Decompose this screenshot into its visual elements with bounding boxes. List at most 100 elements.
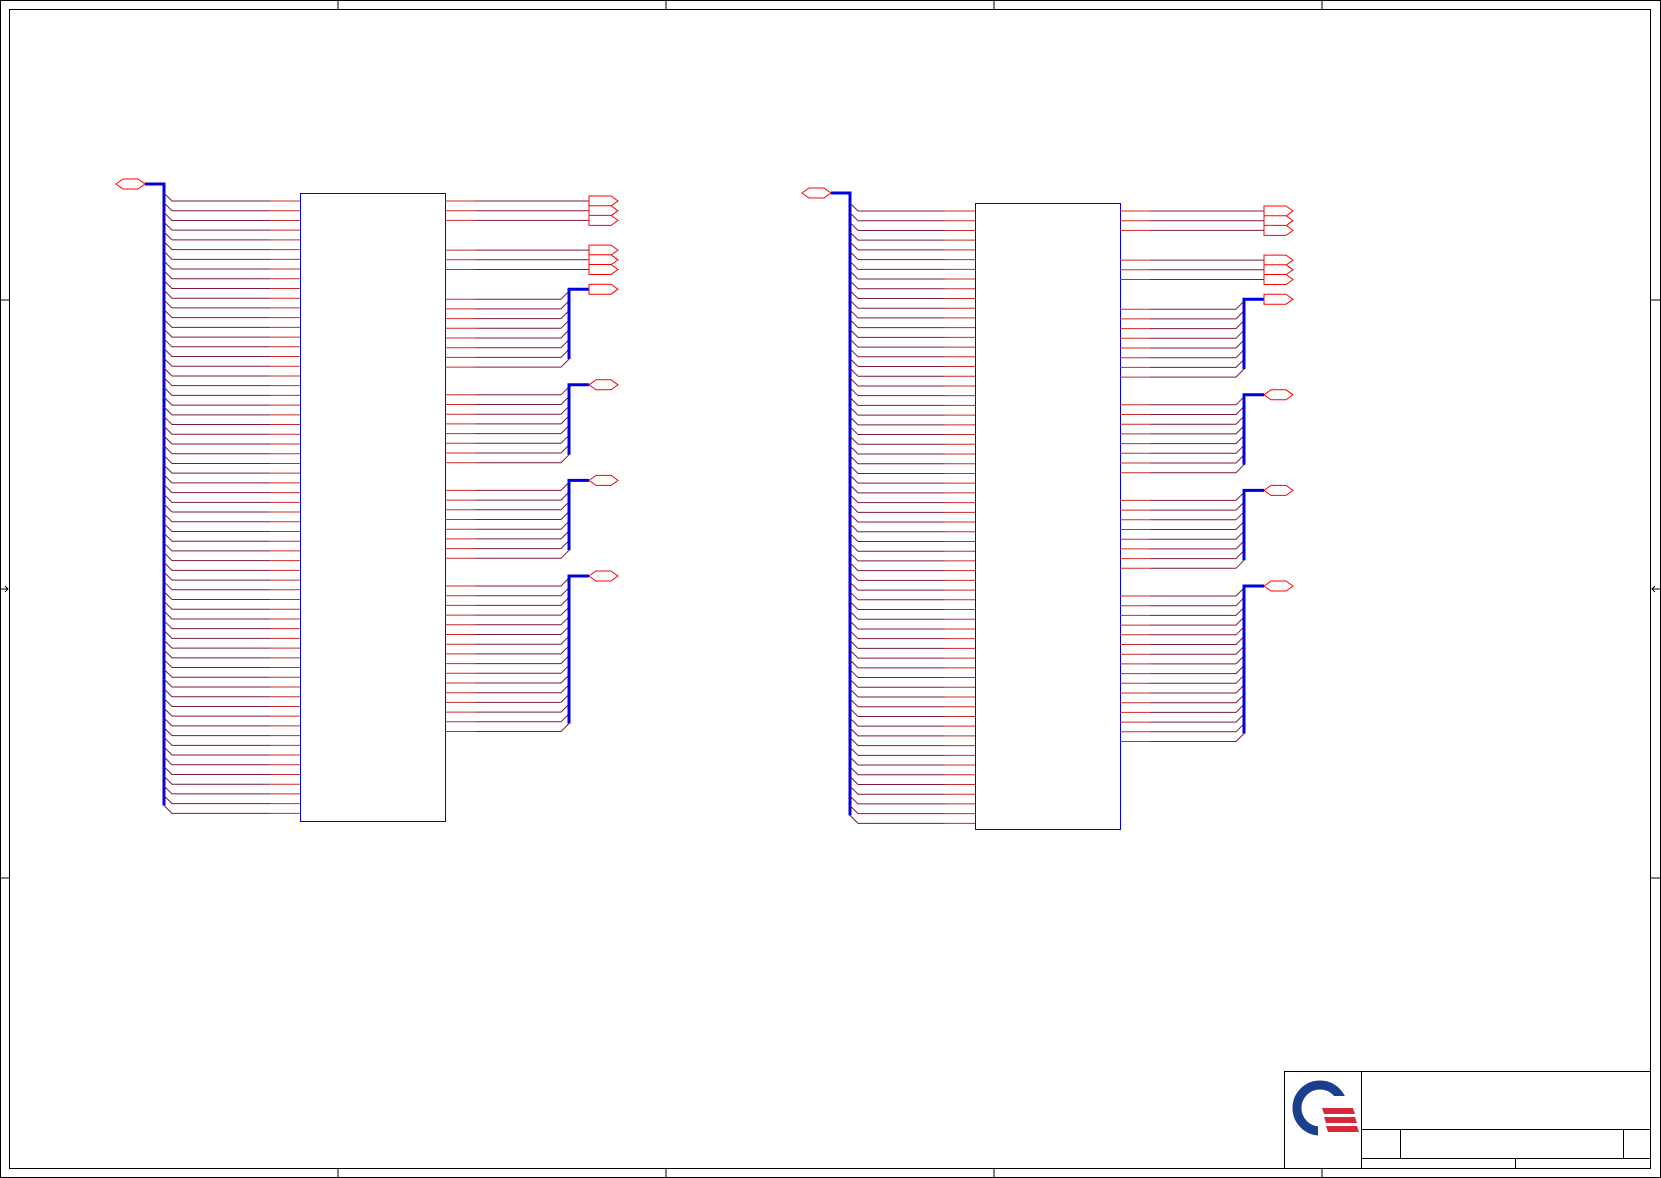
output-port xyxy=(1263,274,1294,285)
bus-entry-wire xyxy=(849,494,945,504)
bus-entry-wire xyxy=(1150,616,1245,626)
bus-entry-wire xyxy=(475,290,570,300)
output-port xyxy=(588,244,619,256)
bus-entry-wire xyxy=(163,688,270,698)
bus-entry-wire xyxy=(1150,310,1245,320)
bus-entry-wire xyxy=(849,474,945,484)
bus-entry-wire xyxy=(1150,425,1245,435)
bus-entry-wire xyxy=(849,776,945,785)
bus-entry-wire xyxy=(849,620,945,630)
bus-entry-wire xyxy=(163,406,270,416)
bus-entry-wire xyxy=(1150,320,1245,330)
bus-entry-wire xyxy=(849,669,945,679)
bus-entry-wire xyxy=(1150,733,1245,742)
bus-entry-wire xyxy=(475,645,570,655)
bus-entry-wire xyxy=(1150,511,1245,521)
bus-entry-wire xyxy=(1150,587,1245,597)
bus-entry-wire xyxy=(163,805,270,814)
bus-entry-wire xyxy=(163,727,270,737)
bus-entry-wire xyxy=(163,736,270,746)
input-bus xyxy=(145,182,166,806)
bus-entry-wire xyxy=(163,523,270,532)
bus-entry-wire xyxy=(163,192,270,202)
bus-entry-wire xyxy=(163,416,270,426)
bus-entry-wire xyxy=(849,649,945,659)
bus-entry-wire xyxy=(475,684,570,694)
bus-entry-wire xyxy=(163,639,270,649)
bus-entry-wire xyxy=(163,717,270,727)
bus-entry-wire xyxy=(849,562,945,572)
bus-entry-wire xyxy=(163,250,270,260)
bus-entry-wire xyxy=(163,357,270,367)
bus-entry-wire xyxy=(849,785,945,795)
bus-entry-wire xyxy=(163,795,270,805)
bus-entry-wire xyxy=(1150,454,1245,464)
bus-entry-wire xyxy=(1150,492,1245,501)
bus-entry-wire xyxy=(849,659,945,669)
bus-entry-wire xyxy=(849,231,945,241)
bus-entry-wire xyxy=(163,387,270,396)
bus-entry-wire xyxy=(475,530,570,540)
component-body xyxy=(975,203,1121,830)
bus-entry-wire xyxy=(849,815,945,824)
bus-entry-wire xyxy=(163,241,270,251)
bus-entry-wire xyxy=(475,349,570,358)
bus-entry-wire xyxy=(163,698,270,707)
bus-io-port xyxy=(1263,389,1294,401)
bus-entry-wire xyxy=(1150,597,1245,607)
bus-io-port xyxy=(1263,484,1294,496)
bus-entry-wire xyxy=(1150,521,1245,530)
bus-entry-wire xyxy=(849,416,945,426)
bus-entry-wire xyxy=(475,482,570,491)
output-port xyxy=(1263,215,1294,227)
bus-entry-wire xyxy=(849,591,945,601)
bus-entry-wire xyxy=(475,434,570,444)
bus-entry-wire xyxy=(475,616,570,626)
bus-entry-wire xyxy=(475,655,570,665)
bus-entry-wire xyxy=(163,212,270,221)
bus-entry-wire xyxy=(475,587,570,597)
output-port xyxy=(1263,224,1294,236)
bus-entry-wire xyxy=(163,474,270,484)
bus-entry-wire xyxy=(475,405,570,415)
right-center-arrow-icon xyxy=(1651,585,1660,593)
output-port xyxy=(588,264,619,275)
bus-entry-wire xyxy=(1150,674,1245,684)
bus-entry-wire xyxy=(1150,501,1245,511)
bus-entry-wire xyxy=(475,606,570,616)
bus-entry-wire xyxy=(1150,665,1245,675)
bus-entry-wire xyxy=(849,455,945,465)
bus-entry-wire xyxy=(163,425,270,435)
bus-entry-wire xyxy=(849,678,945,688)
output-bus xyxy=(1242,488,1264,561)
bus-entry-wire xyxy=(163,493,270,503)
bus-entry-wire xyxy=(1150,540,1245,550)
bus-entry-wire xyxy=(475,635,570,645)
output-bus xyxy=(1242,297,1264,370)
bus-input-port xyxy=(115,178,146,190)
output-bus xyxy=(1242,393,1264,465)
bus-entry-wire xyxy=(163,464,270,474)
bus-entry-wire xyxy=(849,348,945,358)
bus-entry-wire xyxy=(475,694,570,703)
bus-entry-wire xyxy=(849,503,945,513)
bus-entry-wire xyxy=(163,455,270,464)
bus-entry-wire xyxy=(163,571,270,581)
bus-entry-wire xyxy=(1150,464,1245,474)
bus-entry-wire xyxy=(849,727,945,737)
input-bus xyxy=(831,191,852,816)
bus-entry-wire xyxy=(849,426,945,436)
bus-entry-wire xyxy=(849,581,945,591)
bus-entry-wire xyxy=(475,597,570,606)
bus-io-port xyxy=(1263,580,1294,592)
bus-io-port xyxy=(588,570,619,582)
bus-entry-wire xyxy=(1150,300,1245,310)
output-bus xyxy=(567,383,589,455)
bus-entry-wire xyxy=(849,717,945,727)
bus-entry-wire xyxy=(163,435,270,445)
bus-entry-wire xyxy=(163,785,270,795)
bus-entry-wire xyxy=(1150,626,1245,636)
bus-entry-wire xyxy=(163,513,270,523)
bus-entry-wire xyxy=(849,299,945,309)
bus-entry-wire xyxy=(163,231,270,241)
